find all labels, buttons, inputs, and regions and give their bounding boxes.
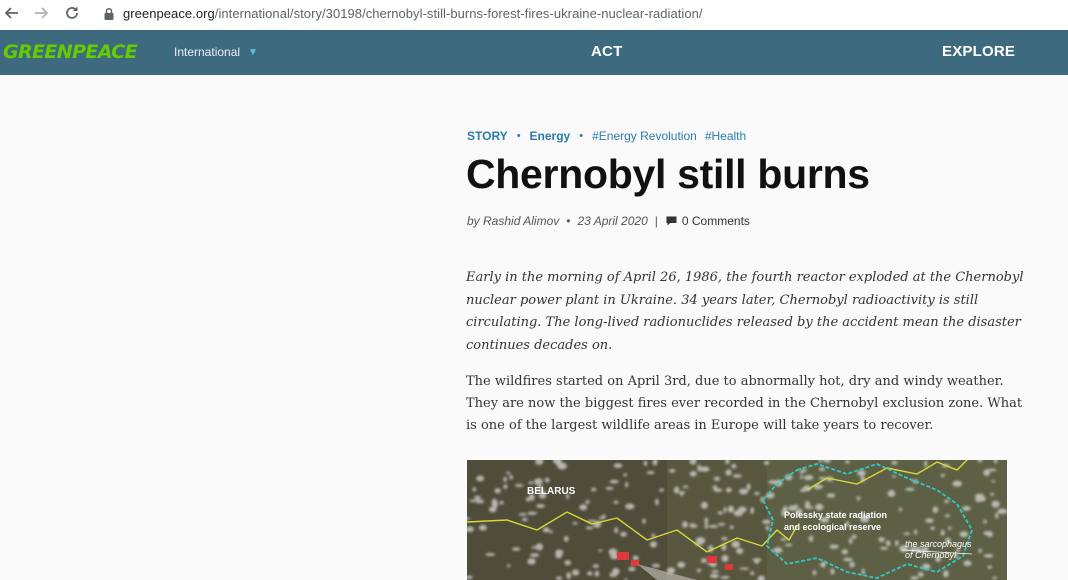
reload-button[interactable] [61, 2, 83, 24]
byline-divider: | [654, 214, 658, 228]
map-label-sarcophagus: the sarcophagus of Chernobyl [905, 539, 972, 561]
back-arrow-icon [4, 7, 18, 19]
comments-link[interactable]: 0 Comments [682, 214, 750, 228]
region-selector[interactable]: International ▼ [174, 45, 258, 59]
tag-energy[interactable]: Energy [530, 129, 571, 143]
forward-arrow-icon [35, 7, 49, 19]
article-byline: by Rashid Alimov • 23 April 2020 | 0 Com… [467, 214, 750, 228]
comment-icon [666, 216, 677, 226]
map-graphic [467, 460, 1007, 580]
article-paragraph: The wildfires started on April 3rd, due … [466, 371, 1023, 437]
address-bar[interactable]: greenpeace.org/international/story/30198… [123, 6, 703, 21]
browser-toolbar: greenpeace.org/international/story/30198… [0, 0, 1068, 30]
tag-health[interactable]: #Health [705, 129, 746, 143]
tag-separator: • [579, 130, 584, 142]
article-title: Chernobyl still burns [466, 151, 870, 197]
back-button[interactable] [1, 2, 23, 24]
article-lead: Early in the morning of April 26, 1986, … [466, 267, 1024, 357]
nav-explore-link[interactable]: EXPLORE [942, 43, 1015, 60]
forward-button[interactable] [30, 2, 52, 24]
lead-line: Early in the morning of April 26, 1986, … [466, 270, 1024, 285]
tag-separator: • [516, 130, 521, 142]
map-label-line: and ecological reserve [784, 522, 882, 532]
tag-energy-revolution[interactable]: #Energy Revolution [592, 129, 697, 143]
map-label-line: of Chernobyl [905, 550, 957, 560]
paragraph-line: They are now the biggest fires ever reco… [466, 396, 1023, 411]
paragraph-line: The wildfires started on April 3rd, due … [466, 374, 1004, 389]
lock-icon [104, 7, 114, 20]
reload-icon [66, 6, 78, 19]
nav-act-link[interactable]: ACT [591, 43, 622, 60]
paragraph-line: is one of the largest wildlife areas in … [466, 418, 934, 433]
lead-line: circulating. The long-lived radionuclide… [466, 315, 1021, 330]
publish-date: 23 April 2020 [577, 214, 648, 228]
map-label-line: the sarcophagus [905, 539, 972, 549]
map-label-line: Polessky state radiation [784, 510, 888, 520]
article-tags: STORY • Energy • #Energy Revolution #Hea… [467, 129, 746, 143]
satellite-map-image[interactable]: BELARUS Polessky state radiation and eco… [467, 460, 1007, 580]
site-header: GREENPEACE International ▼ ACT EXPLORE [0, 30, 1068, 75]
caret-down-icon: ▼ [248, 46, 258, 58]
region-label: International [174, 45, 241, 59]
map-label-belarus: BELARUS [527, 486, 576, 497]
greenpeace-logo[interactable]: GREENPEACE [3, 41, 138, 63]
lead-line: continues decades on. [466, 337, 613, 353]
author[interactable]: by Rashid Alimov [467, 214, 559, 228]
url-domain: greenpeace.org [123, 6, 215, 21]
tag-story[interactable]: STORY [467, 129, 508, 143]
lead-line: nuclear power plant in Ukraine. 34 years… [466, 292, 979, 308]
byline-dot: • [566, 214, 571, 228]
url-path: /international/story/30198/chernobyl-sti… [214, 6, 703, 21]
map-label-reserve: Polessky state radiation and ecological … [784, 509, 887, 533]
